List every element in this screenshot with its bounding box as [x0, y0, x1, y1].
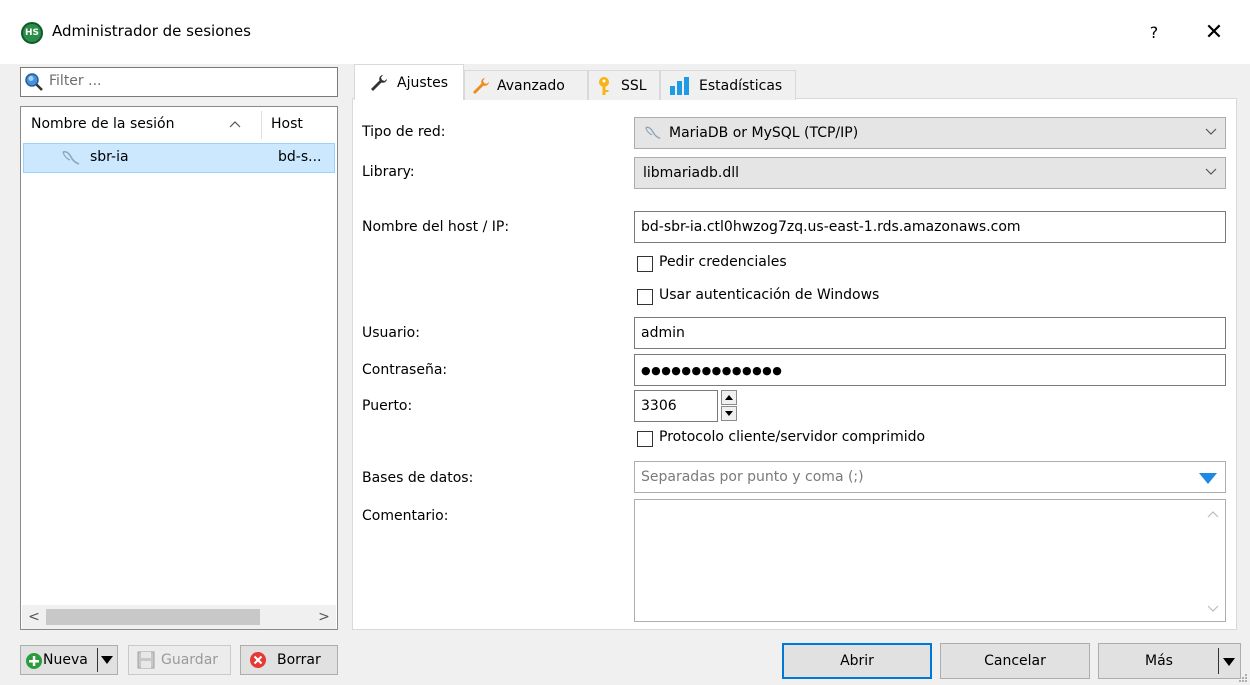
mariadb-icon	[62, 151, 80, 165]
title-bar: HS Administrador de sesiones ? ✕	[0, 0, 1250, 64]
port-input[interactable]: 3306	[634, 390, 718, 422]
network-type-label: Tipo de red:	[362, 124, 446, 140]
new-session-button[interactable]: Nueva	[20, 645, 118, 675]
sort-ascending-icon	[229, 107, 241, 141]
password-input[interactable]: ●●●●●●●●●●●●●●	[634, 354, 1226, 386]
split-divider	[1218, 648, 1219, 674]
ask-credentials-checkbox[interactable]	[637, 256, 653, 272]
password-value: ●●●●●●●●●●●●●●	[641, 363, 783, 377]
comment-label: Comentario:	[362, 508, 449, 524]
filter-placeholder: Filter ...	[49, 73, 102, 89]
close-button[interactable]: ✕	[1198, 16, 1230, 48]
port-value: 3306	[641, 398, 677, 414]
column-separator[interactable]	[261, 111, 262, 139]
password-label: Contraseña:	[362, 362, 448, 378]
mariadb-icon	[645, 126, 661, 140]
databases-placeholder: Separadas por punto y coma (;)	[641, 469, 864, 485]
windows-auth-checkbox[interactable]	[637, 289, 653, 305]
compressed-protocol-label[interactable]: Protocolo cliente/servidor comprimido	[659, 429, 925, 445]
open-label: Abrir	[840, 653, 874, 669]
chevron-down-icon	[1205, 168, 1217, 175]
session-row[interactable]: sbr-ia bd-s...	[23, 143, 335, 173]
column-header-host[interactable]: Host	[271, 107, 303, 141]
save-label: Guardar	[161, 652, 219, 668]
port-stepper[interactable]	[721, 390, 737, 422]
network-type-value: MariaDB or MySQL (TCP/IP)	[669, 125, 859, 141]
user-value: admin	[641, 325, 685, 341]
cancel-label: Cancelar	[984, 653, 1046, 669]
tab-label: SSL	[621, 77, 647, 94]
scroll-down-icon[interactable]	[1207, 605, 1219, 613]
tab-avanzado[interactable]: Avanzado	[464, 70, 588, 100]
chevron-down-icon	[1205, 128, 1217, 135]
session-list[interactable]: Nombre de la sesión Host sbr-ia bd-s... …	[20, 106, 338, 630]
databases-input[interactable]: Separadas por punto y coma (;)	[634, 461, 1226, 493]
scrollbar-thumb[interactable]	[46, 609, 260, 625]
tab-ajustes[interactable]: Ajustes	[354, 64, 464, 100]
open-button[interactable]: Abrir	[782, 643, 932, 679]
delete-circle-icon	[250, 652, 266, 668]
ask-credentials-label[interactable]: Pedir credenciales	[659, 254, 787, 270]
user-input[interactable]: admin	[634, 317, 1226, 349]
stepper-up-icon[interactable]	[721, 390, 737, 405]
cancel-button[interactable]: Cancelar	[940, 643, 1090, 679]
tab-label: Estadísticas	[699, 77, 783, 94]
dropdown-arrow-icon[interactable]	[101, 656, 113, 664]
more-button[interactable]: Más	[1098, 643, 1241, 679]
key-icon	[599, 76, 609, 95]
windows-auth-label[interactable]: Usar autenticación de Windows	[659, 287, 879, 303]
app-logo-icon: HS	[21, 22, 43, 44]
comment-textarea[interactable]	[634, 499, 1226, 622]
column-header-name[interactable]: Nombre de la sesión	[31, 107, 174, 141]
search-icon	[25, 73, 43, 91]
resize-grip-icon[interactable]	[1238, 673, 1248, 683]
scroll-left-icon[interactable]: <	[22, 605, 46, 629]
bar-chart-icon	[670, 76, 689, 95]
tab-label: Avanzado	[497, 77, 565, 94]
wrench-orange-icon	[473, 77, 489, 94]
port-label: Puerto:	[362, 398, 413, 414]
databases-label: Bases de datos:	[362, 470, 474, 486]
hostname-input[interactable]: bd-sbr-ia.ctl0hwzog7zq.us-east-1.rds.ama…	[634, 211, 1226, 243]
tab-label: Ajustes	[397, 74, 449, 91]
tab-ssl[interactable]: SSL	[588, 70, 660, 100]
session-name: sbr-ia	[90, 149, 129, 165]
wrench-icon	[371, 74, 387, 91]
save-button[interactable]: Guardar	[128, 645, 231, 675]
delete-button[interactable]: Borrar	[240, 645, 338, 675]
hostname-label: Nombre del host / IP:	[362, 219, 510, 235]
network-type-select[interactable]: MariaDB or MySQL (TCP/IP)	[634, 117, 1226, 149]
save-disk-icon	[137, 651, 155, 669]
library-select[interactable]: libmariadb.dll	[634, 157, 1226, 189]
user-label: Usuario:	[362, 325, 420, 341]
scroll-right-icon[interactable]: >	[312, 605, 336, 629]
scroll-up-icon[interactable]	[1207, 510, 1219, 518]
library-label: Library:	[362, 164, 415, 180]
split-divider	[97, 648, 98, 672]
horizontal-scrollbar[interactable]: < >	[22, 605, 336, 629]
delete-label: Borrar	[277, 652, 321, 668]
filter-input[interactable]: Filter ...	[20, 67, 338, 97]
compressed-protocol-checkbox[interactable]	[637, 431, 653, 447]
window-title: Administrador de sesiones	[52, 22, 251, 40]
hostname-value: bd-sbr-ia.ctl0hwzog7zq.us-east-1.rds.ama…	[641, 219, 1021, 235]
plus-circle-icon	[26, 653, 42, 669]
session-host: bd-s...	[278, 149, 322, 165]
tab-estadisticas[interactable]: Estadísticas	[660, 70, 796, 100]
stepper-down-icon[interactable]	[721, 406, 737, 421]
library-value: libmariadb.dll	[643, 165, 739, 181]
new-session-label: Nueva	[43, 652, 88, 668]
dropdown-arrow-icon[interactable]	[1223, 658, 1235, 666]
dropdown-arrow-icon[interactable]	[1199, 473, 1217, 484]
help-button[interactable]: ?	[1138, 16, 1170, 48]
more-label: Más	[1145, 653, 1173, 669]
